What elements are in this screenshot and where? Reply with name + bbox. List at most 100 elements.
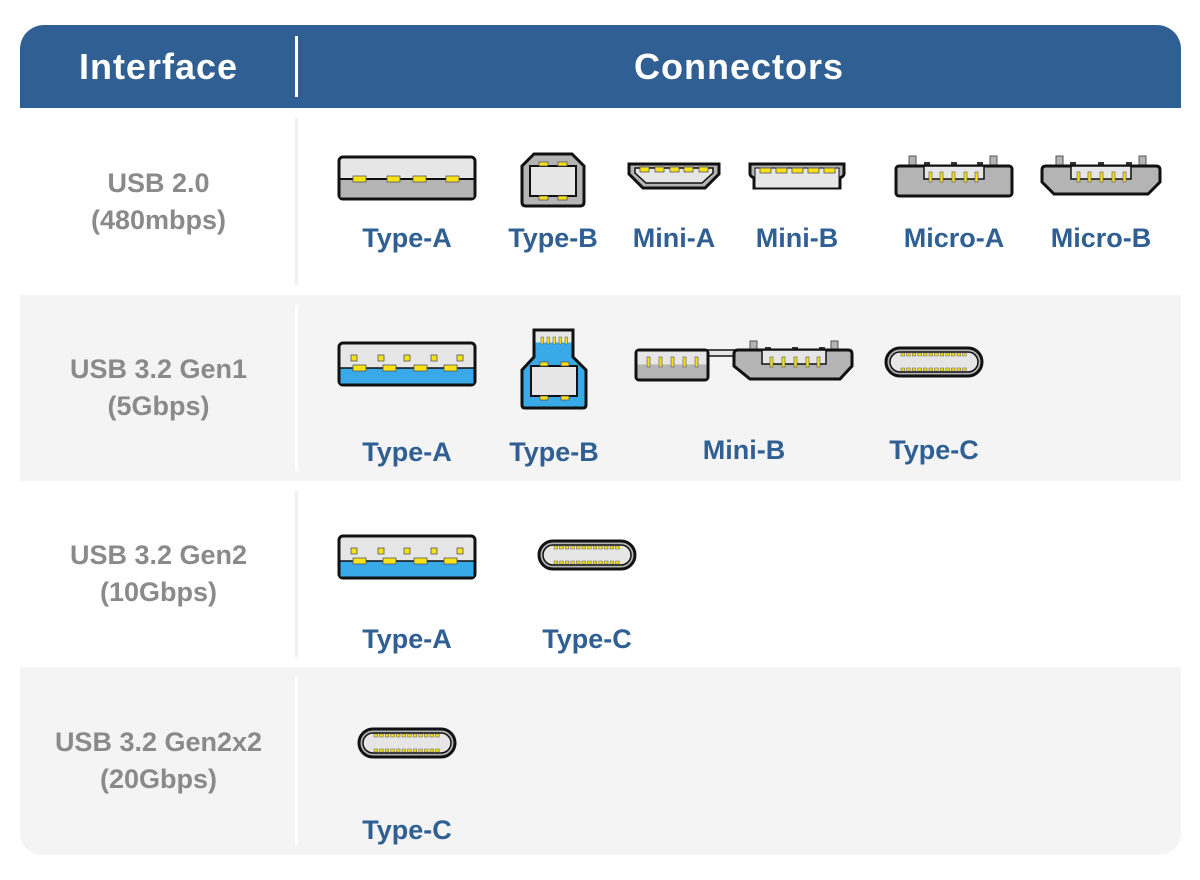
type-c-pin xyxy=(373,748,378,753)
connector-usb3-type-b: Type-B xyxy=(506,328,602,467)
table-row-usb32-gen2: USB 3.2 Gen2 (10Gbps) Type-A Type-C xyxy=(20,481,1181,667)
type-c-pin xyxy=(390,733,395,738)
connector-name: Type-B xyxy=(509,437,599,467)
type-c-pin xyxy=(604,560,609,565)
type-c-pin xyxy=(379,748,384,753)
interface-label: USB 2.0 (480mbps) xyxy=(20,108,297,295)
micro-a-icon xyxy=(894,155,1014,198)
type-c-pin xyxy=(609,560,614,565)
usb2-type-b-icon xyxy=(520,152,586,208)
type-c-pin xyxy=(598,560,603,565)
interface-speed: (480mbps) xyxy=(90,204,227,235)
type-c-pin xyxy=(587,545,592,550)
usb3-micro-b-icon xyxy=(634,340,854,382)
type-c-pin xyxy=(592,545,598,550)
connector-name: Type-C xyxy=(542,624,632,654)
type-c-pin xyxy=(598,545,603,550)
connector-mini-b: Mini-B xyxy=(747,162,847,253)
micro-b-icon xyxy=(1040,155,1162,196)
table-row-usb32-gen1: USB 3.2 Gen1 (5Gbps) Type-A Type-B Mini-… xyxy=(20,295,1181,481)
type-c-pin xyxy=(945,367,950,372)
connector-mini-a: Mini-A xyxy=(624,162,724,253)
type-c-pin xyxy=(564,560,570,565)
usb-connector-table: Interface Connectors USB 2.0 (480mbps) T… xyxy=(20,25,1181,855)
type-c-pin xyxy=(900,367,905,372)
interface-speed: (5Gbps) xyxy=(107,391,210,421)
connector-name: Type-B xyxy=(508,223,598,253)
type-c-pin xyxy=(390,748,395,753)
type-c-pin xyxy=(581,545,586,550)
connector-name: Mini-A xyxy=(632,223,716,253)
type-c-pin xyxy=(604,545,609,550)
type-c-pin xyxy=(939,367,945,372)
type-c-icon xyxy=(884,346,984,378)
connector-type-c: Type-C xyxy=(535,539,639,654)
type-c-pin xyxy=(934,367,939,372)
type-c-pin xyxy=(906,367,911,372)
connector-name: Micro-A xyxy=(903,223,1005,253)
connector-usb3-micro-b: Mini-B xyxy=(632,339,856,465)
type-c-pin xyxy=(412,748,418,753)
connector-micro-b: Micro-B xyxy=(1038,154,1164,253)
type-c-pin xyxy=(407,748,412,753)
type-c-pin xyxy=(553,545,558,550)
type-c-pin xyxy=(581,560,586,565)
header-interface: Interface xyxy=(78,46,239,87)
type-c-pin xyxy=(911,352,917,357)
type-c-pin xyxy=(615,545,620,550)
connector-usb3-type-a: Type-A xyxy=(336,341,478,467)
column-divider xyxy=(295,677,298,845)
column-divider xyxy=(295,491,298,657)
type-c-pin xyxy=(900,352,905,357)
type-c-pin xyxy=(429,733,434,738)
interface-name: USB 3.2 Gen1 xyxy=(69,354,248,384)
type-c-pin xyxy=(570,560,575,565)
type-c-icon xyxy=(357,727,457,759)
type-c-pin xyxy=(418,733,423,738)
type-c-icon xyxy=(537,539,637,571)
type-c-pin xyxy=(587,560,592,565)
type-c-pin xyxy=(379,733,384,738)
type-c-pin xyxy=(435,748,440,753)
usb3-type-a-icon xyxy=(337,341,477,387)
type-c-pin xyxy=(911,367,917,372)
type-c-pin xyxy=(559,545,564,550)
connector-name: Type-A xyxy=(362,624,452,654)
type-c-pin xyxy=(559,560,564,565)
type-c-pin xyxy=(429,748,434,753)
connector-type-c: Type-C xyxy=(882,346,986,465)
type-c-pin xyxy=(396,748,401,753)
usb2-type-a-icon xyxy=(337,155,477,201)
type-c-pin xyxy=(435,733,440,738)
type-c-pin xyxy=(418,748,423,753)
interface-speed: (20Gbps) xyxy=(99,764,218,794)
connector-name: Mini-B xyxy=(755,223,839,253)
mini-a-icon xyxy=(627,162,721,190)
type-c-pin xyxy=(570,545,575,550)
interface-label: USB 3.2 Gen2 (10Gbps) xyxy=(20,481,297,667)
interface-name: USB 3.2 Gen2 xyxy=(69,540,248,570)
type-c-pin xyxy=(424,733,429,738)
type-c-pin xyxy=(951,367,956,372)
connector-name: Type-C xyxy=(362,815,452,845)
connector-type-c: Type-C xyxy=(355,727,459,845)
type-c-pin xyxy=(401,748,406,753)
type-c-pin xyxy=(956,367,961,372)
type-c-pin xyxy=(906,352,911,357)
table-header: Interface Connectors xyxy=(20,25,1181,108)
column-divider xyxy=(295,305,298,471)
type-c-pin xyxy=(934,352,939,357)
type-c-pin xyxy=(615,560,620,565)
type-c-pin xyxy=(951,352,956,357)
connector-micro-a: Micro-A xyxy=(892,154,1016,253)
type-c-pin xyxy=(609,545,614,550)
type-c-pin xyxy=(424,748,429,753)
interface-label: USB 3.2 Gen1 (5Gbps) xyxy=(20,295,297,481)
type-c-pin xyxy=(917,367,922,372)
type-c-pin xyxy=(962,367,967,372)
header-connectors: Connectors xyxy=(633,46,845,87)
type-c-pin xyxy=(401,733,406,738)
type-c-pin xyxy=(384,748,390,753)
type-c-pin xyxy=(396,733,401,738)
interface-speed: (10Gbps) xyxy=(99,577,218,607)
